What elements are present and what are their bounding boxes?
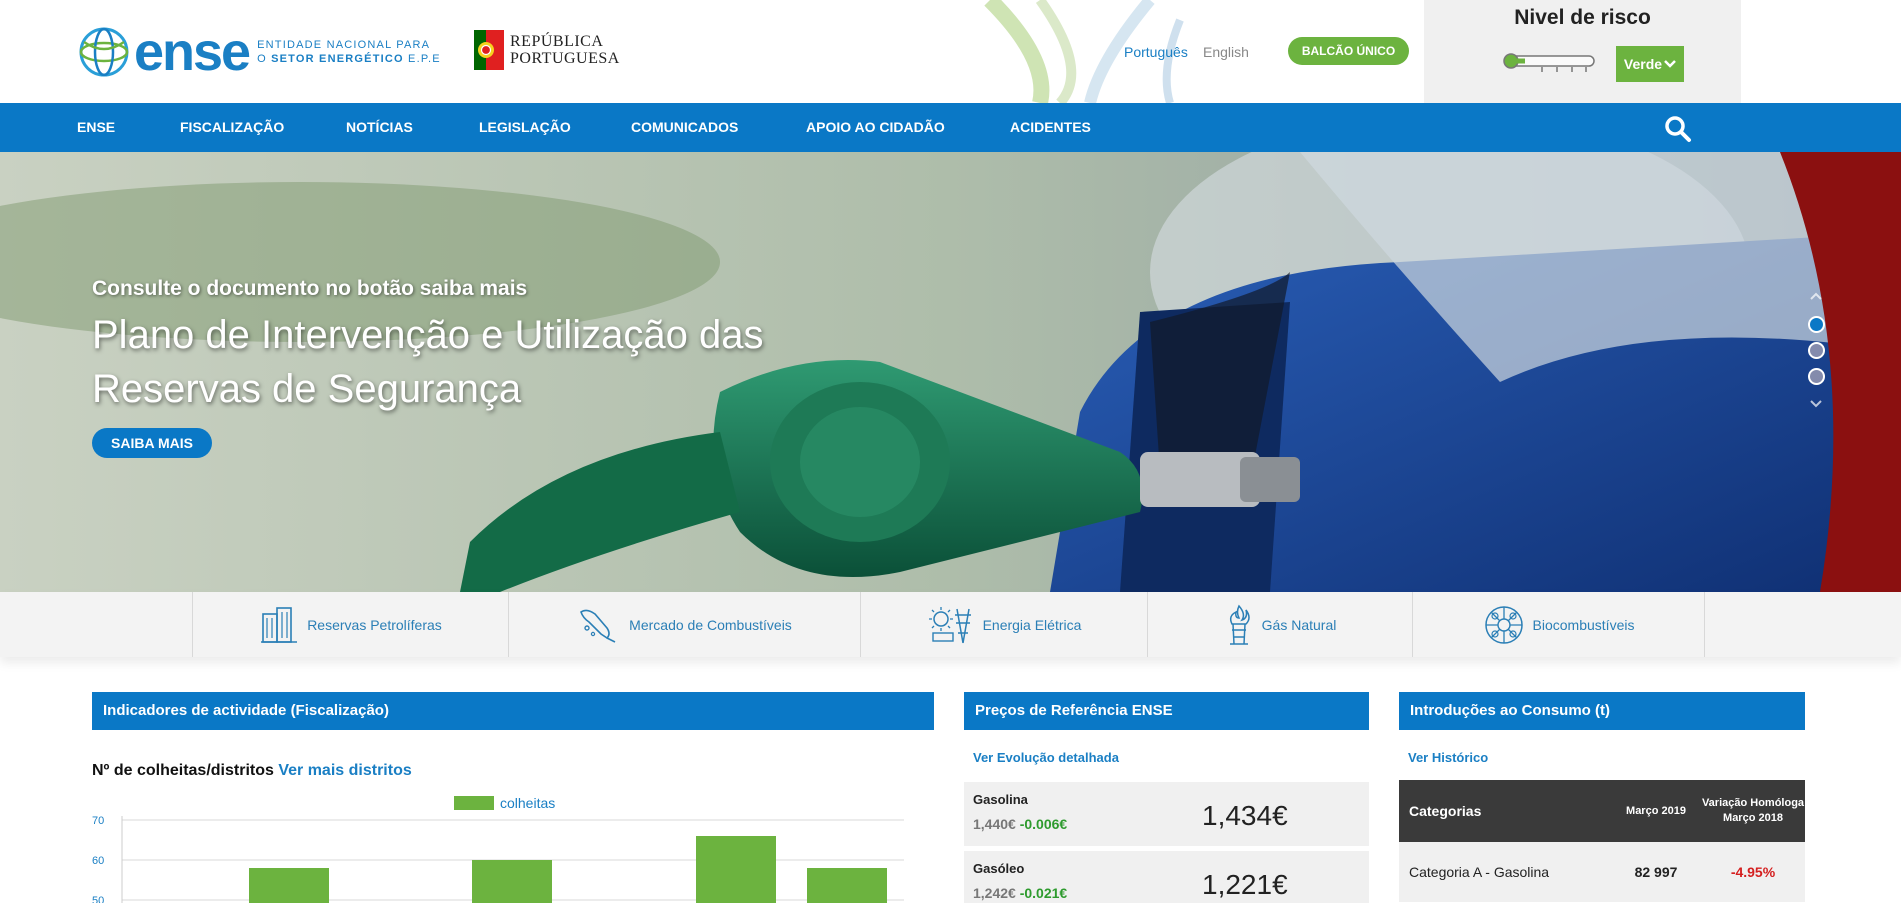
legend-swatch — [454, 796, 494, 810]
legend-label: colheitas — [500, 795, 555, 811]
price-delta: -0.006€ — [1019, 816, 1068, 832]
republica-label: REPÚBLICA — [510, 33, 604, 50]
risk-level-dropdown[interactable]: Verde — [1616, 46, 1684, 82]
category-biocombustiveis[interactable]: Biocombustíveis — [1412, 592, 1705, 657]
site-header: ense ENTIDADE NACIONAL PARA O SETOR ENER… — [0, 0, 1901, 103]
slider-dot-2[interactable] — [1808, 342, 1825, 359]
ver-historico-link[interactable]: Ver Histórico — [1408, 750, 1488, 765]
biofuel-icon — [1484, 605, 1523, 644]
category-energia-eletrica[interactable]: Energia Elétrica — [860, 592, 1147, 657]
risk-level-panel: Nivel de risco Verde — [1424, 0, 1741, 103]
nav-item-acidentes[interactable]: ACIDENTES — [1010, 103, 1091, 152]
balcao-unico-button[interactable]: BALCÃO ÚNICO — [1288, 37, 1409, 65]
column-header: Categorias — [1409, 803, 1482, 819]
nav-item-ense[interactable]: ENSE — [77, 103, 115, 152]
table-header: Categorias Março 2019 Variação Homóloga … — [1399, 780, 1805, 842]
price-card-gasoleo: Gasóleo 1,242€ -0.021€ 1,221€ — [964, 851, 1369, 903]
bar — [249, 868, 329, 903]
column-header: Variação Homóloga Março 2018 — [1701, 797, 1805, 824]
ver-evolucao-detalhada-link[interactable]: Ver Evolução detalhada — [973, 750, 1119, 765]
ense-logo[interactable]: ense ENTIDADE NACIONAL PARA O SETOR ENER… — [78, 22, 441, 82]
fuel-name: Gasóleo — [973, 861, 1025, 876]
fuel-nozzle-icon — [580, 609, 616, 643]
price-delta: -0.021€ — [1019, 885, 1068, 901]
category-mercado-combustiveis[interactable]: Mercado de Combustíveis — [508, 592, 860, 657]
gas-flame-icon — [1229, 604, 1250, 645]
colheitas-bar-chart: colheitas 50 60 70 — [92, 795, 904, 903]
portugal-flag-icon — [474, 30, 504, 70]
category-label: Biocombustíveis — [1532, 616, 1635, 633]
portuguesa-label: PORTUGUESA — [510, 50, 620, 67]
ver-mais-distritos-link[interactable]: Ver mais distritos — [278, 762, 411, 779]
nav-item-fiscalizacao[interactable]: FISCALIZAÇÃO — [180, 103, 284, 152]
price-card-gasolina: Gasolina 1,440€ -0.006€ 1,434€ — [964, 782, 1369, 846]
nav-item-noticias[interactable]: NOTÍCIAS — [346, 103, 413, 152]
table-cell-category: Categoria A - Gasolina — [1409, 864, 1550, 880]
hero-title: Plano de Intervenção e Utilização das Re… — [92, 313, 764, 411]
category-reservas-petroliferas[interactable]: Reservas Petrolíferas — [192, 592, 508, 657]
prices-panel-header: Preços de Referência ENSE — [964, 692, 1369, 730]
table-cell-value: 82 997 — [1634, 864, 1678, 880]
y-tick-label: 60 — [92, 855, 104, 867]
table-row: Categoria A - Gasolina 82 997 -4.95% — [1399, 842, 1805, 902]
category-label: Gás Natural — [1261, 616, 1337, 633]
bar — [472, 860, 552, 903]
bar — [696, 836, 776, 903]
consumption-table: Categorias Março 2019 Variação Homóloga … — [1399, 780, 1805, 902]
logo-wordmark: ense — [134, 22, 251, 82]
category-bar: Reservas Petrolíferas Mercado de Combust… — [0, 592, 1901, 657]
y-tick-label: 50 — [92, 895, 104, 903]
slider-dot-1[interactable] — [1808, 316, 1825, 333]
language-portuguese[interactable]: Português — [1124, 44, 1188, 60]
category-label: Mercado de Combustíveis — [629, 616, 792, 633]
hero-slider: Consulte o documento no botão saiba mais… — [0, 152, 1901, 592]
category-label: Reservas Petrolíferas — [307, 616, 442, 633]
chevron-down-icon — [1664, 60, 1676, 68]
thermometer-icon — [1503, 53, 1595, 72]
current-price: 1,434€ — [1202, 800, 1288, 831]
fuel-name: Gasolina — [973, 792, 1028, 807]
chart-title: Nº de colheitas/distritos Ver mais distr… — [92, 762, 412, 779]
saiba-mais-button[interactable]: SAIBA MAIS — [92, 428, 212, 458]
risk-level-value: Verde — [1623, 56, 1663, 72]
activity-panel-header: Indicadores de actividade (Fiscalização) — [92, 692, 934, 730]
column-header: Março 2019 — [1626, 804, 1686, 817]
risk-level-title: Nivel de risco — [1514, 6, 1651, 29]
previous-price: 1,242€ — [973, 885, 1016, 901]
search-icon[interactable] — [1664, 115, 1692, 143]
category-label: Energia Elétrica — [982, 616, 1082, 633]
table-cell-variation: -4.95% — [1730, 864, 1776, 880]
category-gas-natural[interactable]: Gás Natural — [1147, 592, 1412, 657]
slider-down-icon[interactable] — [1808, 396, 1824, 412]
previous-price: 1,440€ — [973, 816, 1016, 832]
slider-up-icon[interactable] — [1808, 288, 1824, 304]
main-navigation: ENSE FISCALIZAÇÃO NOTÍCIAS LEGISLAÇÃO CO… — [0, 103, 1901, 152]
current-price: 1,221€ — [1202, 869, 1288, 900]
logo-tagline: ENTIDADE NACIONAL PARA O SETOR ENERGÉTIC… — [257, 39, 441, 65]
consumption-panel-header: Introduções ao Consumo (t) — [1399, 692, 1805, 730]
language-english[interactable]: English — [1203, 44, 1249, 60]
hero-subtitle: Consulte o documento no botão saiba mais — [92, 277, 528, 300]
buildings-icon — [261, 606, 298, 643]
nav-item-comunicados[interactable]: COMUNICADOS — [631, 103, 738, 152]
globe-logo-icon — [79, 27, 129, 77]
nav-item-legislacao[interactable]: LEGISLAÇÃO — [479, 103, 571, 152]
nav-item-apoio-cidadao[interactable]: APOIO AO CIDADÃO — [806, 103, 945, 152]
republica-portuguesa-logo[interactable]: REPÚBLICA PORTUGUESA — [474, 30, 620, 70]
y-tick-label: 70 — [92, 815, 104, 827]
power-tower-icon — [928, 606, 971, 643]
bar — [807, 868, 887, 903]
slider-dot-3[interactable] — [1808, 368, 1825, 385]
